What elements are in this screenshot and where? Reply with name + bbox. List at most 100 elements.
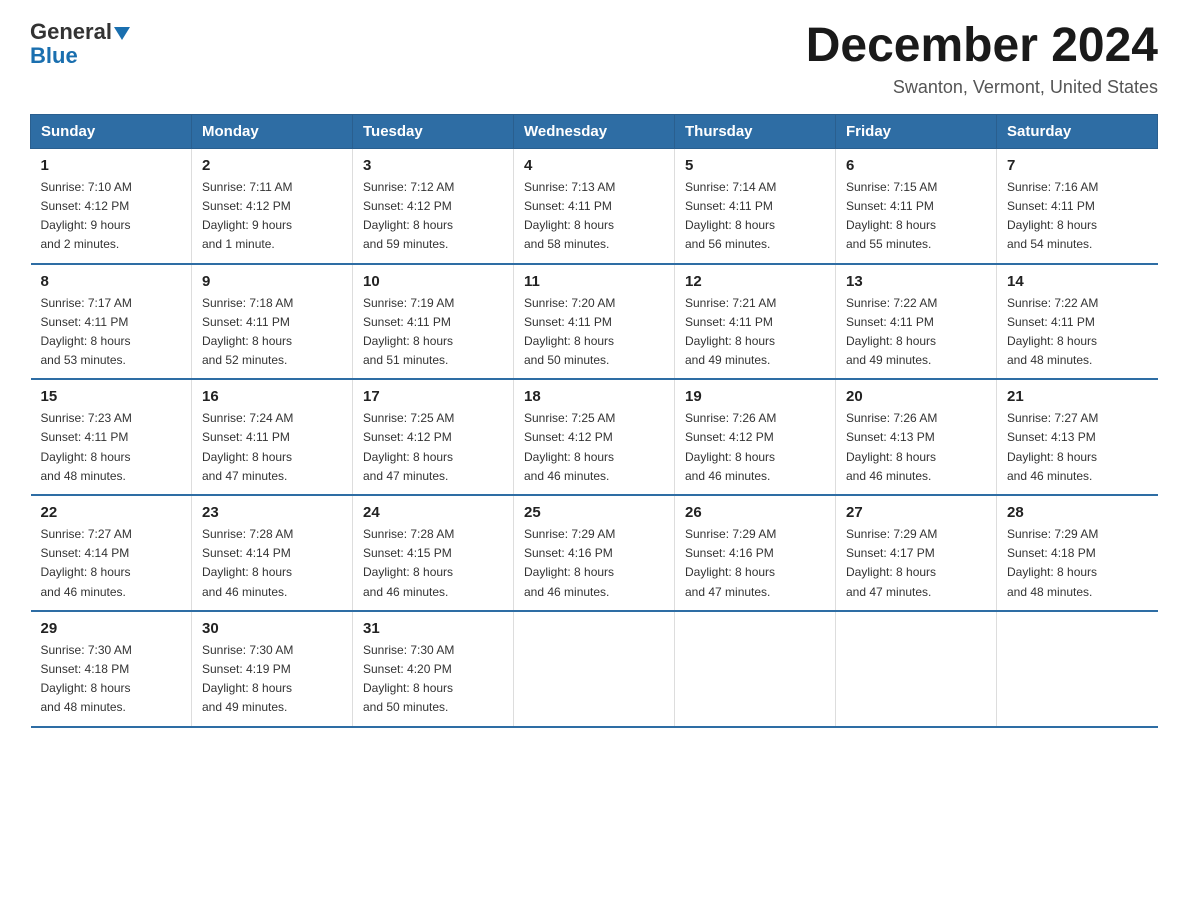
calendar-cell: 10 Sunrise: 7:19 AMSunset: 4:11 PMDaylig… [353, 264, 514, 380]
day-info: Sunrise: 7:23 AMSunset: 4:11 PMDaylight:… [41, 409, 182, 486]
day-info: Sunrise: 7:30 AMSunset: 4:20 PMDaylight:… [363, 641, 503, 718]
day-number: 28 [1007, 504, 1148, 521]
calendar-cell: 26 Sunrise: 7:29 AMSunset: 4:16 PMDaylig… [675, 495, 836, 611]
calendar-cell: 24 Sunrise: 7:28 AMSunset: 4:15 PMDaylig… [353, 495, 514, 611]
calendar-table: Sunday Monday Tuesday Wednesday Thursday… [30, 114, 1158, 728]
header-friday: Friday [836, 114, 997, 148]
calendar-cell: 9 Sunrise: 7:18 AMSunset: 4:11 PMDayligh… [192, 264, 353, 380]
day-number: 20 [846, 388, 986, 405]
logo: General Blue [30, 20, 130, 68]
calendar-cell: 28 Sunrise: 7:29 AMSunset: 4:18 PMDaylig… [997, 495, 1158, 611]
calendar-cell: 13 Sunrise: 7:22 AMSunset: 4:11 PMDaylig… [836, 264, 997, 380]
day-info: Sunrise: 7:26 AMSunset: 4:13 PMDaylight:… [846, 409, 986, 486]
day-info: Sunrise: 7:28 AMSunset: 4:15 PMDaylight:… [363, 525, 503, 602]
calendar-cell: 18 Sunrise: 7:25 AMSunset: 4:12 PMDaylig… [514, 379, 675, 495]
calendar-cell: 25 Sunrise: 7:29 AMSunset: 4:16 PMDaylig… [514, 495, 675, 611]
day-info: Sunrise: 7:21 AMSunset: 4:11 PMDaylight:… [685, 294, 825, 371]
calendar-cell: 16 Sunrise: 7:24 AMSunset: 4:11 PMDaylig… [192, 379, 353, 495]
day-number: 13 [846, 273, 986, 290]
calendar-cell: 11 Sunrise: 7:20 AMSunset: 4:11 PMDaylig… [514, 264, 675, 380]
day-info: Sunrise: 7:12 AMSunset: 4:12 PMDaylight:… [363, 178, 503, 255]
day-number: 4 [524, 157, 664, 174]
calendar-cell: 27 Sunrise: 7:29 AMSunset: 4:17 PMDaylig… [836, 495, 997, 611]
day-info: Sunrise: 7:28 AMSunset: 4:14 PMDaylight:… [202, 525, 342, 602]
day-number: 12 [685, 273, 825, 290]
day-number: 19 [685, 388, 825, 405]
day-number: 7 [1007, 157, 1148, 174]
calendar-cell: 1 Sunrise: 7:10 AMSunset: 4:12 PMDayligh… [31, 148, 192, 263]
day-number: 2 [202, 157, 342, 174]
calendar-week-row: 1 Sunrise: 7:10 AMSunset: 4:12 PMDayligh… [31, 148, 1158, 263]
day-info: Sunrise: 7:25 AMSunset: 4:12 PMDaylight:… [363, 409, 503, 486]
calendar-cell [836, 611, 997, 727]
day-number: 22 [41, 504, 182, 521]
calendar-cell [675, 611, 836, 727]
day-number: 17 [363, 388, 503, 405]
weekday-header-row: Sunday Monday Tuesday Wednesday Thursday… [31, 114, 1158, 148]
day-number: 27 [846, 504, 986, 521]
calendar-cell: 20 Sunrise: 7:26 AMSunset: 4:13 PMDaylig… [836, 379, 997, 495]
calendar-cell: 2 Sunrise: 7:11 AMSunset: 4:12 PMDayligh… [192, 148, 353, 263]
header-monday: Monday [192, 114, 353, 148]
calendar-cell: 5 Sunrise: 7:14 AMSunset: 4:11 PMDayligh… [675, 148, 836, 263]
calendar-cell: 4 Sunrise: 7:13 AMSunset: 4:11 PMDayligh… [514, 148, 675, 263]
day-info: Sunrise: 7:30 AMSunset: 4:19 PMDaylight:… [202, 641, 342, 718]
day-number: 25 [524, 504, 664, 521]
location: Swanton, Vermont, United States [806, 77, 1158, 98]
day-info: Sunrise: 7:22 AMSunset: 4:11 PMDaylight:… [846, 294, 986, 371]
day-info: Sunrise: 7:26 AMSunset: 4:12 PMDaylight:… [685, 409, 825, 486]
day-number: 11 [524, 273, 664, 290]
day-number: 1 [41, 157, 182, 174]
header-thursday: Thursday [675, 114, 836, 148]
day-info: Sunrise: 7:20 AMSunset: 4:11 PMDaylight:… [524, 294, 664, 371]
day-number: 26 [685, 504, 825, 521]
day-info: Sunrise: 7:10 AMSunset: 4:12 PMDaylight:… [41, 178, 182, 255]
month-title: December 2024 [806, 20, 1158, 73]
calendar-cell [997, 611, 1158, 727]
title-area: December 2024 Swanton, Vermont, United S… [806, 20, 1158, 98]
day-number: 30 [202, 620, 342, 637]
calendar-cell: 14 Sunrise: 7:22 AMSunset: 4:11 PMDaylig… [997, 264, 1158, 380]
page-header: General Blue December 2024 Swanton, Verm… [30, 20, 1158, 98]
day-number: 5 [685, 157, 825, 174]
calendar-cell: 19 Sunrise: 7:26 AMSunset: 4:12 PMDaylig… [675, 379, 836, 495]
day-info: Sunrise: 7:22 AMSunset: 4:11 PMDaylight:… [1007, 294, 1148, 371]
calendar-cell: 15 Sunrise: 7:23 AMSunset: 4:11 PMDaylig… [31, 379, 192, 495]
calendar-week-row: 8 Sunrise: 7:17 AMSunset: 4:11 PMDayligh… [31, 264, 1158, 380]
day-info: Sunrise: 7:13 AMSunset: 4:11 PMDaylight:… [524, 178, 664, 255]
day-number: 16 [202, 388, 342, 405]
calendar-cell: 22 Sunrise: 7:27 AMSunset: 4:14 PMDaylig… [31, 495, 192, 611]
day-number: 9 [202, 273, 342, 290]
calendar-cell: 30 Sunrise: 7:30 AMSunset: 4:19 PMDaylig… [192, 611, 353, 727]
day-info: Sunrise: 7:29 AMSunset: 4:16 PMDaylight:… [685, 525, 825, 602]
calendar-cell: 21 Sunrise: 7:27 AMSunset: 4:13 PMDaylig… [997, 379, 1158, 495]
day-info: Sunrise: 7:29 AMSunset: 4:18 PMDaylight:… [1007, 525, 1148, 602]
calendar-cell: 8 Sunrise: 7:17 AMSunset: 4:11 PMDayligh… [31, 264, 192, 380]
day-info: Sunrise: 7:25 AMSunset: 4:12 PMDaylight:… [524, 409, 664, 486]
calendar-week-row: 22 Sunrise: 7:27 AMSunset: 4:14 PMDaylig… [31, 495, 1158, 611]
day-number: 31 [363, 620, 503, 637]
day-info: Sunrise: 7:30 AMSunset: 4:18 PMDaylight:… [41, 641, 182, 718]
calendar-cell [514, 611, 675, 727]
day-number: 10 [363, 273, 503, 290]
day-number: 3 [363, 157, 503, 174]
logo-general: General [30, 19, 112, 44]
calendar-cell: 3 Sunrise: 7:12 AMSunset: 4:12 PMDayligh… [353, 148, 514, 263]
calendar-week-row: 29 Sunrise: 7:30 AMSunset: 4:18 PMDaylig… [31, 611, 1158, 727]
day-info: Sunrise: 7:16 AMSunset: 4:11 PMDaylight:… [1007, 178, 1148, 255]
day-info: Sunrise: 7:17 AMSunset: 4:11 PMDaylight:… [41, 294, 182, 371]
logo-text: General Blue [30, 20, 130, 68]
header-saturday: Saturday [997, 114, 1158, 148]
day-number: 29 [41, 620, 182, 637]
header-sunday: Sunday [31, 114, 192, 148]
day-number: 15 [41, 388, 182, 405]
calendar-cell: 31 Sunrise: 7:30 AMSunset: 4:20 PMDaylig… [353, 611, 514, 727]
calendar-cell: 6 Sunrise: 7:15 AMSunset: 4:11 PMDayligh… [836, 148, 997, 263]
day-number: 14 [1007, 273, 1148, 290]
calendar-cell: 12 Sunrise: 7:21 AMSunset: 4:11 PMDaylig… [675, 264, 836, 380]
calendar-cell: 7 Sunrise: 7:16 AMSunset: 4:11 PMDayligh… [997, 148, 1158, 263]
logo-triangle-icon [114, 27, 130, 40]
calendar-cell: 23 Sunrise: 7:28 AMSunset: 4:14 PMDaylig… [192, 495, 353, 611]
day-info: Sunrise: 7:24 AMSunset: 4:11 PMDaylight:… [202, 409, 342, 486]
day-info: Sunrise: 7:19 AMSunset: 4:11 PMDaylight:… [363, 294, 503, 371]
